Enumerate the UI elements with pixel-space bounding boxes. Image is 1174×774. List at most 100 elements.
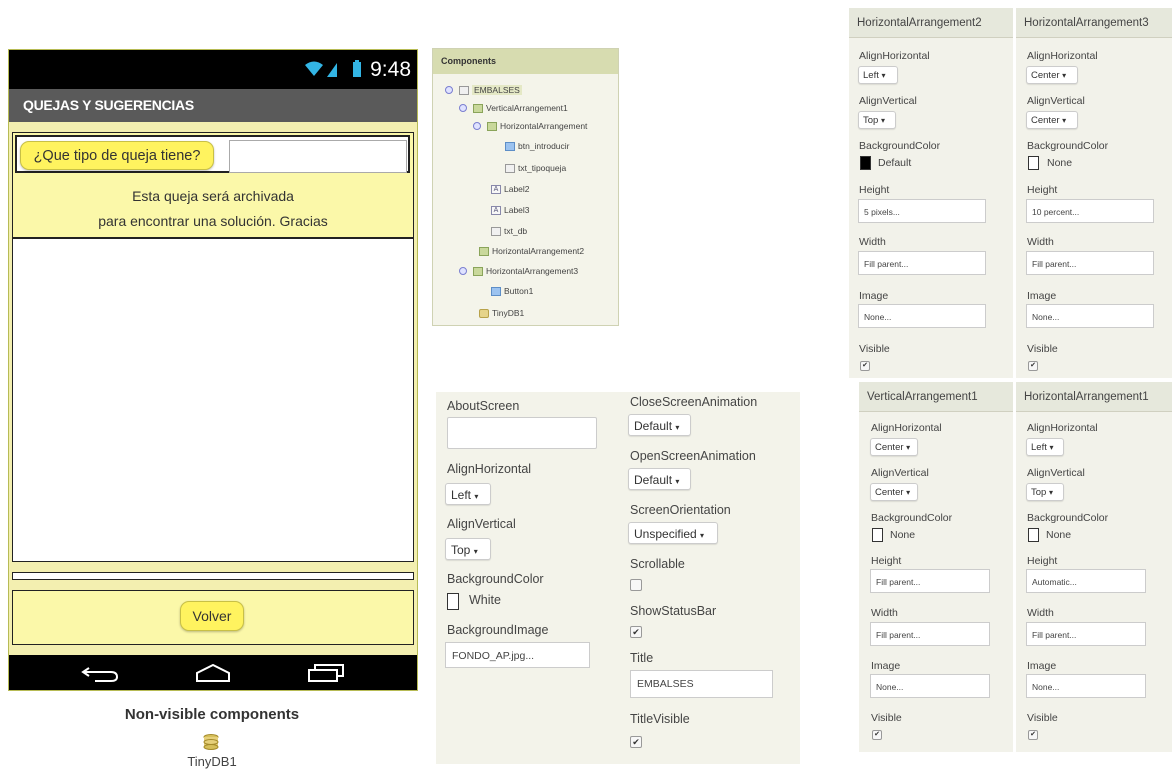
screenorientation-select[interactable]: Unspecified ▾ xyxy=(628,522,718,544)
tree-item-embalses[interactable]: EMBALSES xyxy=(445,85,522,95)
width-input[interactable]: Fill parent... xyxy=(1026,251,1154,275)
prop-label-backgroundcolor: BackgroundColor xyxy=(1027,140,1109,152)
title-input[interactable]: EMBALSES xyxy=(630,670,773,698)
visible-checkbox[interactable]: ✔ xyxy=(1028,361,1038,371)
complaint-type-input[interactable] xyxy=(229,140,407,173)
alignvertical-select[interactable]: Center ▾ xyxy=(870,483,918,501)
prop-label-title: Title xyxy=(630,651,654,665)
tree-item-horizontalarrangement[interactable]: HorizontalArrangement xyxy=(473,121,587,131)
alignhorizontal-select[interactable]: Left ▾ xyxy=(1026,438,1064,456)
bgcolor-swatch[interactable] xyxy=(1028,156,1039,170)
alignhorizontal-select[interactable]: Left ▾ xyxy=(858,66,898,84)
horizontal-arrangement-icon xyxy=(473,266,483,276)
prop-label-alignhorizontal: AlignHorizontal xyxy=(1027,50,1098,62)
visible-checkbox[interactable]: ✔ xyxy=(860,361,870,371)
chevron-down-icon: ▾ xyxy=(906,443,911,452)
prop-label-height: Height xyxy=(871,555,902,567)
prop-label-showstatusbar: ShowStatusBar xyxy=(630,604,717,618)
width-input[interactable]: Fill parent... xyxy=(1026,622,1146,646)
nav-bar xyxy=(9,655,417,690)
panel-horizontalarrangement3: HorizontalArrangement3 AlignHorizontal C… xyxy=(1016,8,1172,378)
tree-item-horizontalarrangement2[interactable]: HorizontalArrangement2 xyxy=(479,246,584,256)
tinydb-icon xyxy=(479,308,489,318)
image-input[interactable]: None... xyxy=(870,674,990,698)
image-input[interactable]: None... xyxy=(1026,304,1154,328)
visible-checkbox[interactable]: ✔ xyxy=(1028,730,1038,740)
recents-icon[interactable] xyxy=(307,664,345,682)
showstatusbar-checkbox[interactable]: ✔ xyxy=(630,626,642,638)
prop-label-visible: Visible xyxy=(1027,712,1058,724)
tree-item-txt-db[interactable]: txt_db xyxy=(491,226,527,236)
back-button[interactable]: Volver xyxy=(180,601,244,631)
scrollable-checkbox[interactable] xyxy=(630,579,642,591)
label-icon: A xyxy=(491,184,501,194)
prop-label-width: Width xyxy=(871,607,898,619)
bgcolor-value[interactable]: Default xyxy=(878,157,911,169)
tree-item-label2[interactable]: A Label2 xyxy=(491,184,530,194)
chevron-down-icon: ▾ xyxy=(906,488,911,497)
prop-label-backgroundcolor: BackgroundColor xyxy=(447,572,544,586)
panel-verticalarrangement1: VerticalArrangement1 AlignHorizontal Cen… xyxy=(859,382,1013,752)
backgroundimage-input[interactable]: FONDO_AP.jpg... xyxy=(445,642,590,668)
tree-item-button1[interactable]: Button1 xyxy=(491,286,533,296)
panel-title: HorizontalArrangement1 xyxy=(1016,382,1172,412)
prop-label-visible: Visible xyxy=(1027,343,1058,355)
tree-item-verticalarrangement1[interactable]: VerticalArrangement1 xyxy=(459,103,568,113)
aboutscreen-textarea[interactable] xyxy=(447,417,597,449)
image-input[interactable]: None... xyxy=(1026,674,1146,698)
tree-item-txt-tipoqueja[interactable]: txt_tipoqueja xyxy=(505,163,566,173)
app-title: QUEJAS Y SUGERENCIAS xyxy=(9,89,417,122)
collapse-toggle-icon[interactable] xyxy=(473,122,481,130)
tree-item-btn-introducir[interactable]: btn_introducir xyxy=(505,141,570,151)
alignvertical-select[interactable]: Top ▾ xyxy=(1026,483,1064,501)
question-button[interactable]: ¿Que tipo de queja tiene? xyxy=(20,141,214,170)
prop-label-backgroundcolor: BackgroundColor xyxy=(871,512,953,524)
alignhorizontal-select[interactable]: Center ▾ xyxy=(1026,66,1078,84)
bgcolor-swatch[interactable] xyxy=(447,593,459,610)
height-input[interactable]: 5 pixels... xyxy=(858,199,986,223)
bgcolor-swatch[interactable] xyxy=(1028,528,1039,542)
width-input[interactable]: Fill parent... xyxy=(858,251,986,275)
prop-label-height: Height xyxy=(859,184,890,196)
prop-label-alignvertical: AlignVertical xyxy=(871,467,929,479)
bgcolor-value[interactable]: White xyxy=(469,593,501,607)
bgcolor-value[interactable]: None xyxy=(1046,529,1071,541)
titlevisible-checkbox[interactable]: ✔ xyxy=(630,736,642,748)
openscreenanimation-select[interactable]: Default ▾ xyxy=(628,468,691,490)
tree-item-label3[interactable]: A Label3 xyxy=(491,205,530,215)
horizontal-arrangement-icon xyxy=(487,121,497,131)
image-input[interactable]: None... xyxy=(858,304,986,328)
collapse-toggle-icon[interactable] xyxy=(445,86,453,94)
prop-label-visible: Visible xyxy=(859,343,890,355)
home-icon[interactable] xyxy=(194,664,232,682)
bgcolor-value[interactable]: None xyxy=(890,529,915,541)
tree-item-tinydb1[interactable]: TinyDB1 xyxy=(479,308,524,318)
panel-horizontalarrangement2: HorizontalArrangement2 AlignHorizontal L… xyxy=(849,8,1013,378)
db-textbox-area[interactable] xyxy=(12,238,414,562)
back-icon[interactable] xyxy=(81,664,119,682)
height-input[interactable]: 10 percent... xyxy=(1026,199,1154,223)
chevron-down-icon: ▾ xyxy=(1049,443,1054,452)
horizontal-arrangement-3: Volver xyxy=(12,590,414,645)
height-input[interactable]: Fill parent... xyxy=(870,569,990,593)
bgcolor-value[interactable]: None xyxy=(1047,157,1072,169)
bgcolor-swatch[interactable] xyxy=(860,156,871,170)
collapse-toggle-icon[interactable] xyxy=(459,104,467,112)
bgcolor-swatch[interactable] xyxy=(872,528,883,542)
height-input[interactable]: Automatic... xyxy=(1026,569,1146,593)
alignhorizontal-select[interactable]: Left ▾ xyxy=(445,483,491,505)
visible-checkbox[interactable]: ✔ xyxy=(872,730,882,740)
closescreenanimation-select[interactable]: Default ▾ xyxy=(628,414,691,436)
tree-item-horizontalarrangement3[interactable]: HorizontalArrangement3 xyxy=(459,266,578,276)
prop-label-alignhorizontal: AlignHorizontal xyxy=(447,462,532,476)
label-3: para encontrar una solución. Gracias xyxy=(98,213,328,229)
width-input[interactable]: Fill parent... xyxy=(870,622,990,646)
alignvertical-select[interactable]: Top ▾ xyxy=(858,111,896,129)
prop-label-backgroundcolor: BackgroundColor xyxy=(1027,512,1109,524)
collapse-toggle-icon[interactable] xyxy=(459,267,467,275)
wifi-signal-icon xyxy=(303,59,343,84)
alignvertical-select[interactable]: Top ▾ xyxy=(445,538,491,560)
alignhorizontal-select[interactable]: Center ▾ xyxy=(870,438,918,456)
alignvertical-select[interactable]: Center ▾ xyxy=(1026,111,1078,129)
chevron-down-icon: ▾ xyxy=(675,423,680,432)
